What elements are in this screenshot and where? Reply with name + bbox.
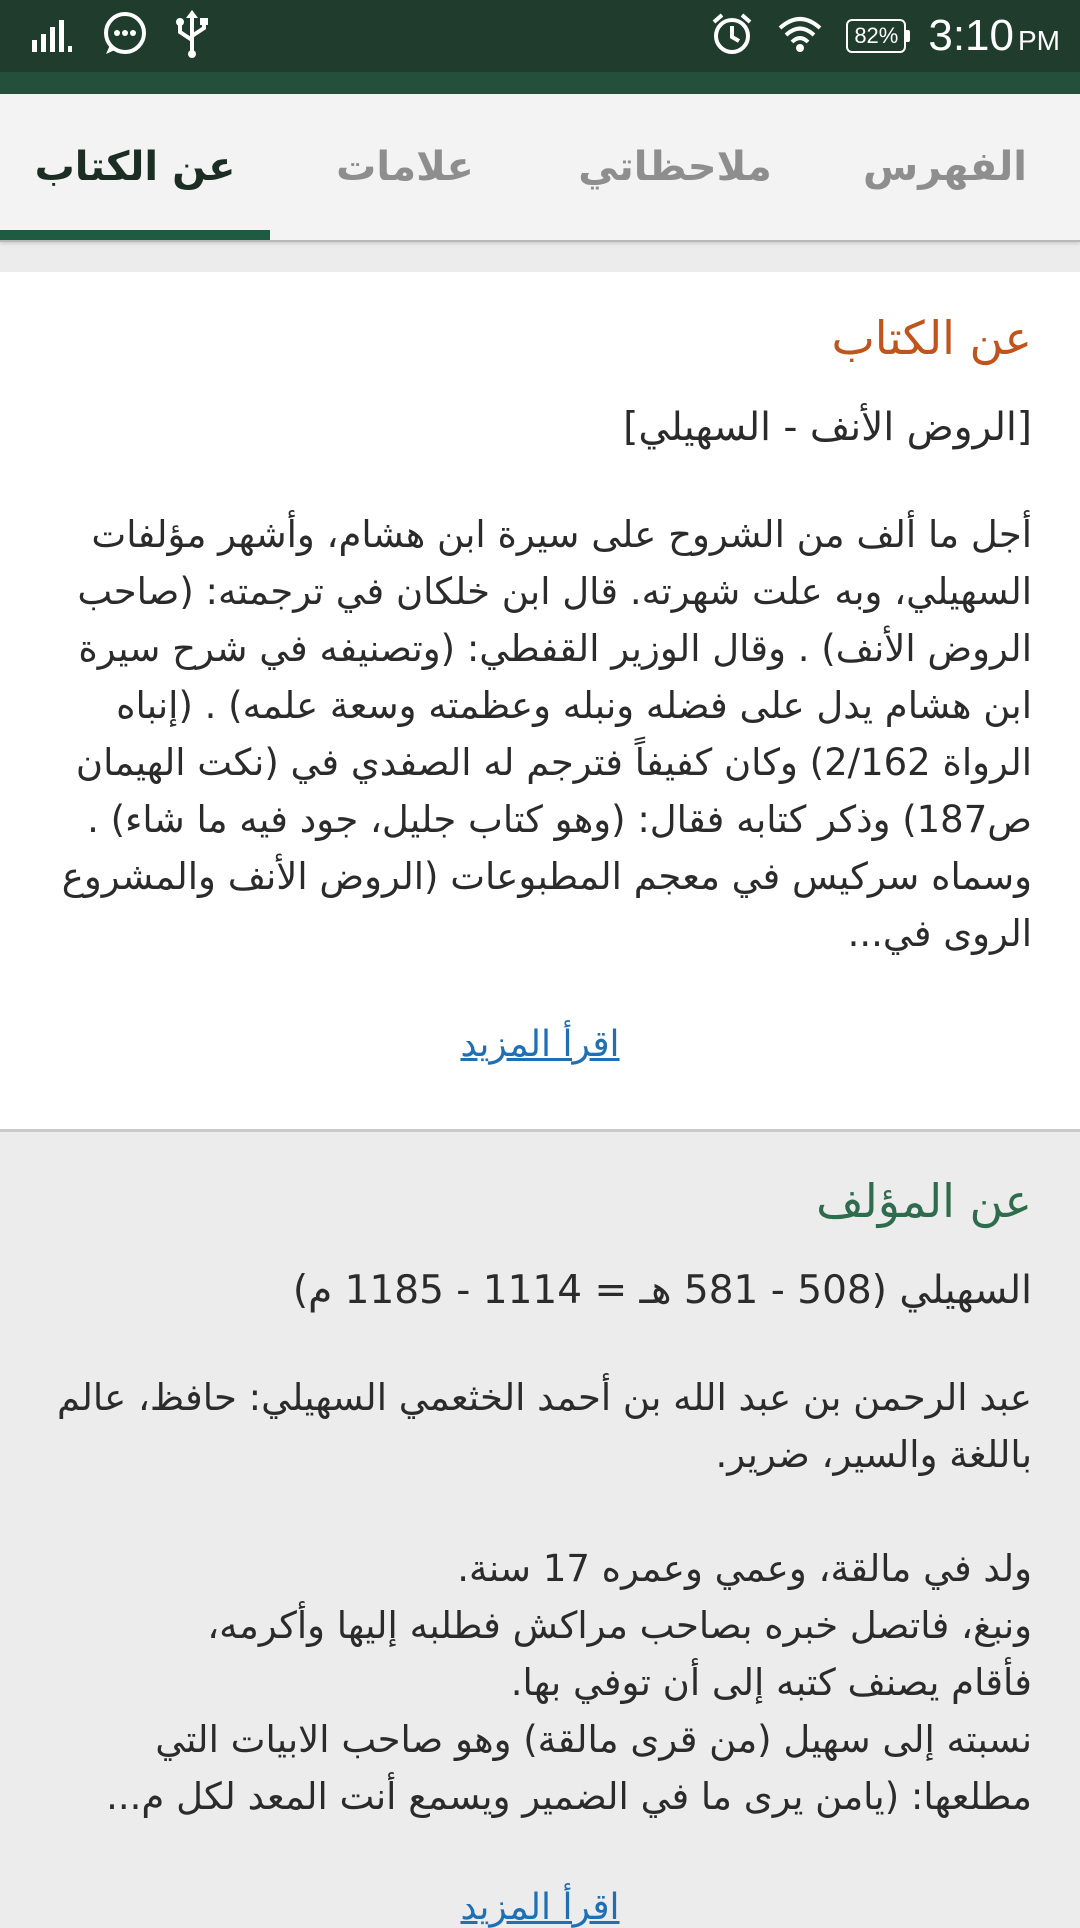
tab-bar: الفهرس ملاحظاتي علامات عن الكتاب [0, 94, 1080, 242]
status-right: 82% 3:10 PM [710, 8, 1060, 64]
usb-icon [174, 10, 210, 62]
author-bio-details: ولد في مالقة، وعمي وعمره 17 سنة. ونبغ، ف… [48, 1540, 1032, 1825]
author-bio: عبد الرحمن بن عبد الله بن أحمد الخثعمي ا… [48, 1369, 1032, 1825]
tab-bookmarks[interactable]: علامات [270, 94, 540, 240]
about-book-section: عن الكتاب [الروض الأنف - السهيلي] أجل ما… [0, 272, 1080, 1132]
about-book-title: عن الكتاب [831, 311, 1033, 365]
author-name-dates: السهيلي (508 - 581 هـ = 1114 - 1185 م) [292, 1268, 1032, 1313]
chat-icon [102, 11, 148, 61]
appbar-strip [0, 72, 1080, 94]
alarm-icon [710, 12, 754, 60]
book-read-more-link[interactable]: اقرأ المزيد [48, 1024, 1032, 1065]
author-bio-line: نسبته إلى سهيل (من قرى مالقة) وهو صاحب ا… [106, 1718, 1032, 1818]
book-description-text: أجل ما ألف من الشروح على سيرة ابن هشام، … [61, 513, 1032, 955]
about-author-section: عن المؤلف السهيلي (508 - 581 هـ = 1114 -… [0, 1135, 1080, 1928]
wifi-icon [776, 14, 824, 58]
clock-ampm: PM [1018, 25, 1060, 56]
status-left [30, 10, 210, 62]
tab-my-notes[interactable]: ملاحظاتي [540, 94, 810, 240]
battery-icon: 82% [846, 19, 911, 53]
author-bio-intro: عبد الرحمن بن عبد الله بن أحمد الخثعمي ا… [56, 1376, 1032, 1476]
tab-about-book[interactable]: عن الكتاب [0, 94, 270, 240]
status-bar: 82% 3:10 PM [0, 0, 1080, 72]
clock-time: 3:10 [928, 11, 1014, 60]
author-bio-line: فأقام يصنف كتبه إلى أن توفي بها. [510, 1661, 1032, 1704]
author-read-more-link[interactable]: اقرأ المزيد [48, 1887, 1032, 1928]
author-bio-line: ونبغ، فاتصل خبره بصاحب مراكش فطلبه إليها… [207, 1604, 1032, 1647]
clock: 3:10 PM [928, 11, 1060, 61]
book-name: [الروض الأنف - السهيلي] [623, 405, 1032, 450]
author-bio-line: ولد في مالقة، وعمي وعمره 17 سنة. [457, 1547, 1032, 1590]
signal-icon [30, 14, 76, 58]
tab-index[interactable]: الفهرس [810, 94, 1080, 240]
about-author-title: عن المؤلف [816, 1174, 1032, 1228]
book-description: أجل ما ألف من الشروح على سيرة ابن هشام، … [48, 506, 1032, 962]
